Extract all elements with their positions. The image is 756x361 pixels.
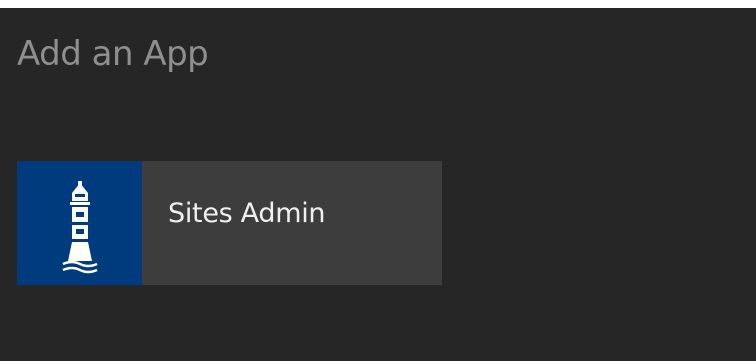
app-tile-sites-admin[interactable]: Sites Admin <box>17 161 442 285</box>
app-tile-icon-area <box>17 161 142 285</box>
app-tile-label: Sites Admin <box>168 198 326 229</box>
add-app-screen: Add an App Sites Admin <box>0 8 756 361</box>
page-title: Add an App <box>17 34 209 74</box>
lighthouse-icon <box>61 181 98 274</box>
